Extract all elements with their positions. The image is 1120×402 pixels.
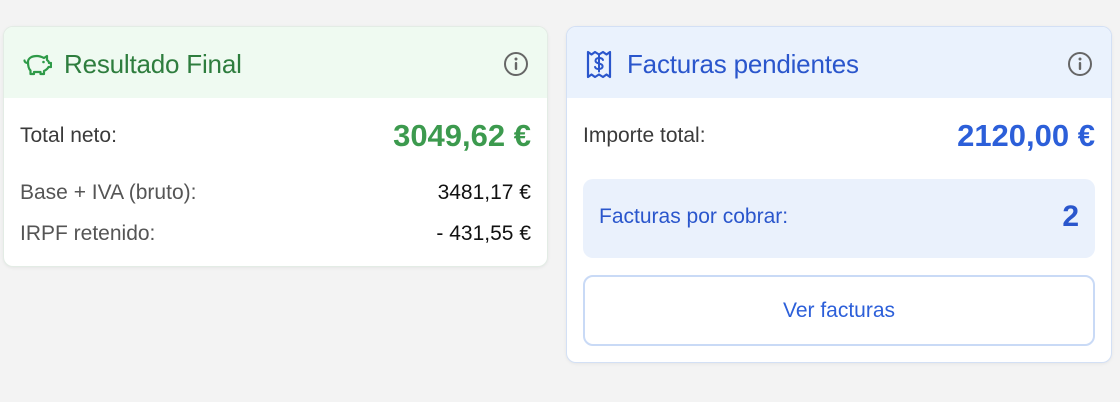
irpf-label: IRPF retenido: <box>20 222 156 245</box>
piggy-bank-icon <box>23 54 52 76</box>
pending-invoices-title: Facturas pendientes <box>627 49 859 79</box>
pending-count-value: 2 <box>1062 200 1079 233</box>
pending-count-label: Facturas por cobrar: <box>599 205 789 228</box>
result-card-header: Resultado Final <box>4 27 547 98</box>
info-icon[interactable] <box>1067 51 1093 77</box>
total-amount-row: Importe total: 2120,00 € <box>583 118 1095 154</box>
pending-invoices-header: Facturas pendientes <box>567 27 1111 98</box>
info-icon[interactable] <box>503 51 529 77</box>
view-invoices-button[interactable]: Ver facturas <box>583 275 1095 346</box>
gross-row: Base + IVA (bruto): 3481,17 € <box>20 181 531 205</box>
gross-label: Base + IVA (bruto): <box>20 181 197 204</box>
total-net-label: Total neto: <box>20 124 117 147</box>
total-net-value: 3049,62 € <box>393 118 531 153</box>
pending-count-box: Facturas por cobrar: 2 <box>583 179 1095 258</box>
result-card-title: Resultado Final <box>64 49 242 79</box>
receipt-dollar-icon <box>586 50 612 79</box>
total-net-row: Total neto: 3049,62 € <box>20 118 531 154</box>
total-amount-label: Importe total: <box>583 124 706 147</box>
irpf-row: IRPF retenido: - 431,55 € <box>20 222 531 246</box>
total-amount-value: 2120,00 € <box>957 118 1095 153</box>
gross-value: 3481,17 € <box>437 181 531 204</box>
irpf-value: - 431,55 € <box>436 222 531 245</box>
result-card: Resultado Final Total neto: 3049,62 € Ba… <box>3 26 548 267</box>
pending-invoices-card: Facturas pendientes Importe total: 2120,… <box>566 26 1112 363</box>
